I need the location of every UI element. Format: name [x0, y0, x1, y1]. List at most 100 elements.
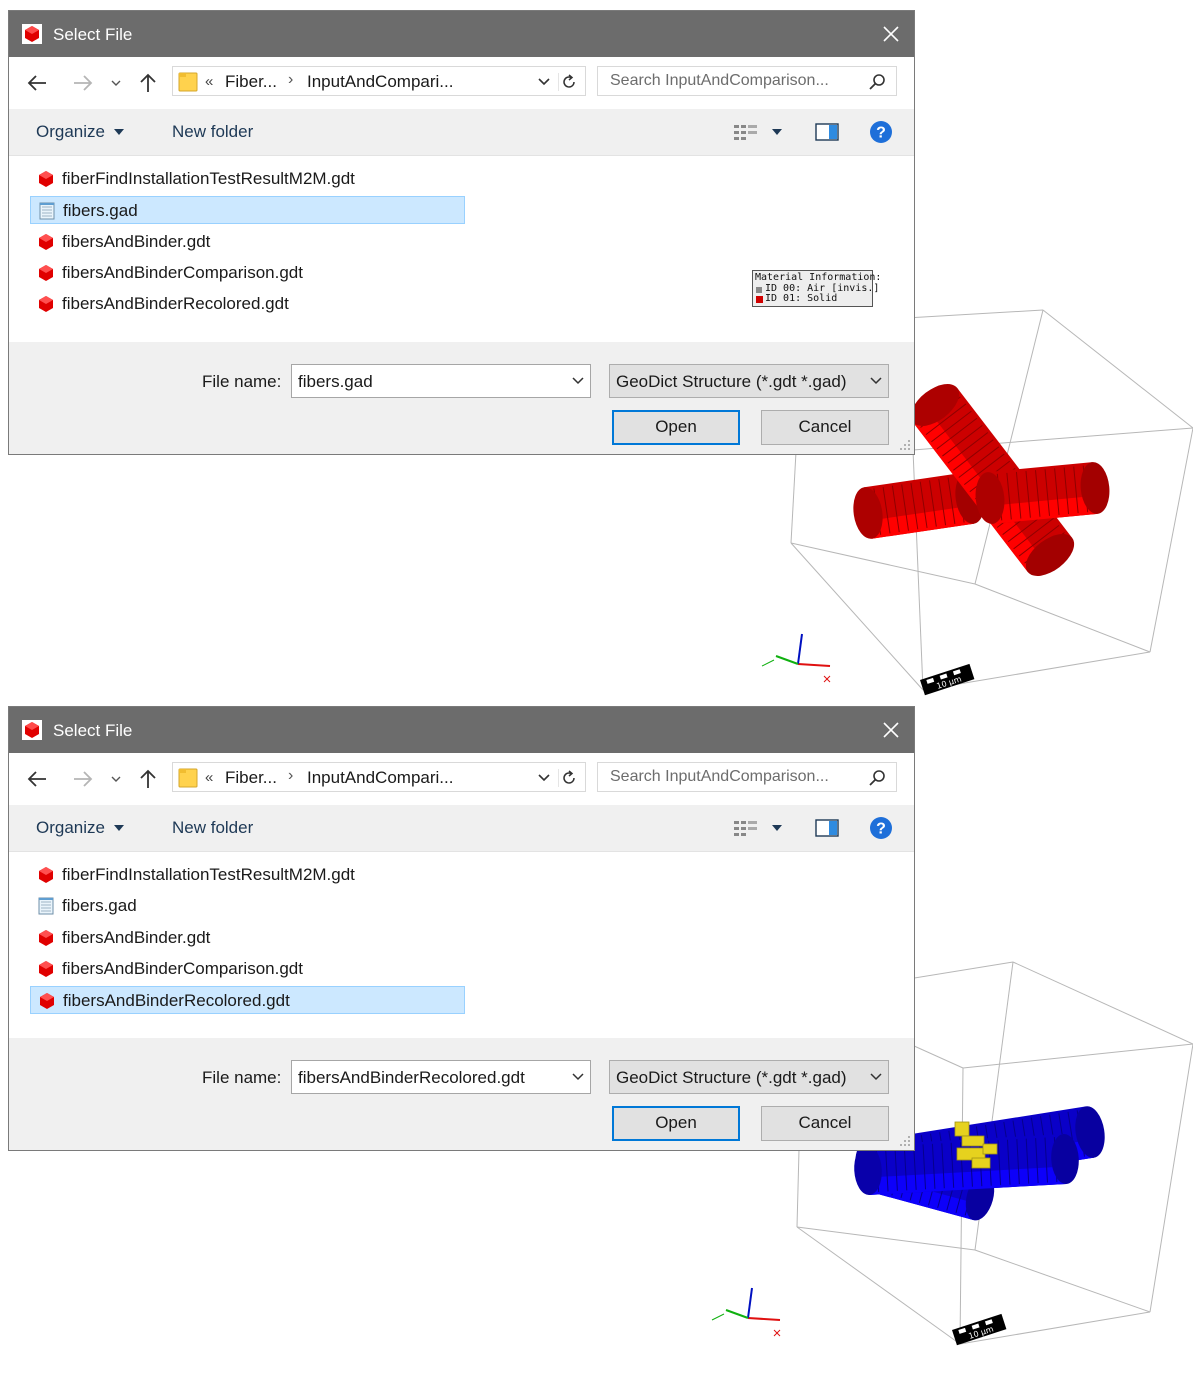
cancel-button[interactable]: Cancel — [761, 1106, 889, 1141]
geodict-structure-icon — [40, 993, 54, 1010]
breadcrumb-item-current[interactable]: InputAndCompari... — [307, 768, 453, 788]
file-list-item[interactable]: fibersAndBinderRecolored.gdt — [30, 290, 465, 318]
breadcrumb-item-current[interactable]: InputAndCompari... — [307, 72, 453, 92]
dialog-title: Select File — [53, 25, 133, 44]
notepad-file-icon — [38, 897, 54, 915]
address-bar[interactable]: « Fiber... › InputAndCompari... — [172, 66, 586, 96]
command-toolbar: Organize New folder ? — [9, 109, 914, 156]
forward-arrow-icon[interactable] — [71, 767, 95, 791]
search-placeholder: Search InputAndComparison... — [610, 72, 829, 89]
search-icon[interactable] — [868, 73, 886, 91]
caret-down-icon[interactable] — [114, 129, 124, 135]
up-arrow-icon[interactable] — [137, 71, 159, 95]
file-list-item[interactable]: fibers.gad — [30, 892, 465, 920]
caret-down-icon[interactable] — [114, 825, 124, 831]
geodict-app-icon — [22, 720, 42, 740]
organize-menu[interactable]: Organize — [36, 818, 105, 838]
file-name-value[interactable]: fibersAndBinderRecolored.gdt — [298, 1068, 525, 1088]
notepad-file-icon — [39, 202, 55, 220]
folder-icon — [178, 768, 198, 788]
svg-text:?: ? — [876, 821, 886, 838]
forward-arrow-icon[interactable] — [71, 71, 95, 95]
chevron-down-icon[interactable] — [537, 772, 551, 784]
file-list-item[interactable]: fibersAndBinderComparison.gdt — [30, 955, 465, 983]
resize-grip-icon[interactable] — [899, 439, 911, 451]
back-arrow-icon[interactable] — [25, 767, 49, 791]
breadcrumb-separator[interactable]: › — [288, 71, 293, 89]
file-list-item[interactable]: fibersAndBinderRecolored.gdt — [30, 986, 465, 1015]
chevron-down-icon[interactable] — [537, 76, 551, 88]
preview-pane-icon[interactable] — [815, 123, 839, 141]
chevron-down-icon[interactable] — [572, 377, 584, 385]
up-arrow-icon[interactable] — [137, 767, 159, 791]
file-list-item[interactable]: fibersAndBinderComparison.gdt — [30, 259, 465, 287]
file-list-item[interactable]: fiberFindInstallationTestResultM2M.gdt — [30, 165, 465, 193]
file-type-value: GeoDict Structure (*.gdt *.gad) — [616, 372, 847, 391]
scale-bar: 10 µm — [920, 663, 975, 696]
breadcrumb-item[interactable]: Fiber... — [225, 768, 277, 788]
resize-grip-icon[interactable] — [899, 1135, 911, 1147]
new-folder-button[interactable]: New folder — [172, 818, 253, 838]
recent-locations-chevron-icon[interactable] — [109, 767, 123, 791]
file-name-input[interactable]: fibersAndBinderRecolored.gdt — [291, 1060, 591, 1094]
file-name: fibersAndBinderRecolored.gdt — [62, 294, 289, 314]
refresh-icon[interactable] — [558, 73, 581, 91]
file-name-input[interactable]: fibers.gad — [291, 364, 591, 398]
file-name: fibersAndBinderComparison.gdt — [62, 262, 303, 282]
file-type-select[interactable]: GeoDict Structure (*.gdt *.gad) — [609, 364, 889, 398]
navigation-bar: « Fiber... › InputAndCompari... Search I… — [9, 57, 914, 109]
navigation-bar: « Fiber... › InputAndCompari... Search I… — [9, 753, 914, 805]
breadcrumb-overflow[interactable]: « — [205, 73, 213, 90]
chevron-down-icon[interactable] — [870, 1073, 882, 1081]
breadcrumb-separator[interactable]: › — [288, 767, 293, 785]
dialog-footer: File name: fibersAndBinderRecolored.gdt … — [9, 1038, 914, 1150]
new-folder-button[interactable]: New folder — [172, 122, 253, 142]
open-button[interactable]: Open — [612, 410, 740, 445]
geodict-structure-icon — [39, 264, 53, 281]
file-list-item[interactable]: fibers.gad — [30, 196, 465, 225]
breadcrumb-overflow[interactable]: « — [205, 769, 213, 786]
search-placeholder: Search InputAndComparison... — [610, 768, 829, 785]
file-name: fiberFindInstallationTestResultM2M.gdt — [62, 865, 355, 884]
breadcrumb-item[interactable]: Fiber... — [225, 72, 277, 92]
material-information-legend: Material Information: ID 00: Air [invis.… — [752, 270, 881, 307]
recent-locations-chevron-icon[interactable] — [109, 71, 123, 95]
cancel-button[interactable]: Cancel — [761, 410, 889, 445]
material-swatch-solid — [756, 296, 763, 303]
title-bar[interactable]: Select File — [9, 707, 914, 753]
help-icon[interactable]: ? — [869, 816, 893, 840]
chevron-down-icon[interactable] — [572, 1073, 584, 1081]
change-view-icon[interactable] — [733, 123, 759, 141]
caret-down-icon[interactable] — [772, 129, 782, 135]
geodict-structure-icon — [39, 929, 53, 946]
organize-menu[interactable]: Organize — [36, 122, 105, 142]
open-button[interactable]: Open — [612, 1106, 740, 1141]
chevron-down-icon[interactable] — [870, 377, 882, 385]
address-bar[interactable]: « Fiber... › InputAndCompari... — [172, 762, 586, 792]
file-list-item[interactable]: fibersAndBinder.gdt — [30, 228, 465, 256]
close-button[interactable] — [868, 11, 914, 57]
file-list-item[interactable]: fiberFindInstallationTestResultM2M.gdt — [30, 861, 465, 889]
geodict-structure-icon — [39, 171, 53, 187]
file-name: fibersAndBinderComparison.gdt — [62, 958, 303, 978]
title-bar[interactable]: Select File — [9, 11, 914, 57]
file-list-item[interactable]: fibersAndBinder.gdt — [30, 924, 465, 952]
geodict-structure-icon — [39, 233, 53, 250]
close-icon — [883, 722, 899, 738]
search-box[interactable]: Search InputAndComparison... — [597, 762, 897, 792]
dialog-footer: File name: fibers.gad GeoDict Structure … — [9, 342, 914, 454]
file-list[interactable]: fiberFindInstallationTestResultM2M.gdt fi… — [9, 852, 914, 1038]
help-icon[interactable]: ? — [869, 120, 893, 144]
preview-pane-icon[interactable] — [815, 819, 839, 837]
refresh-icon[interactable] — [558, 769, 581, 787]
file-type-select[interactable]: GeoDict Structure (*.gdt *.gad) — [609, 1060, 889, 1094]
file-list[interactable]: fiberFindInstallationTestResultM2M.gdt fi… — [9, 156, 914, 342]
close-button[interactable] — [868, 707, 914, 753]
change-view-icon[interactable] — [733, 819, 759, 837]
geodict-structure-icon — [39, 296, 53, 313]
back-arrow-icon[interactable] — [25, 71, 49, 95]
caret-down-icon[interactable] — [772, 825, 782, 831]
search-box[interactable]: Search InputAndComparison... — [597, 66, 897, 96]
file-name-value[interactable]: fibers.gad — [298, 372, 373, 392]
search-icon[interactable] — [868, 769, 886, 787]
